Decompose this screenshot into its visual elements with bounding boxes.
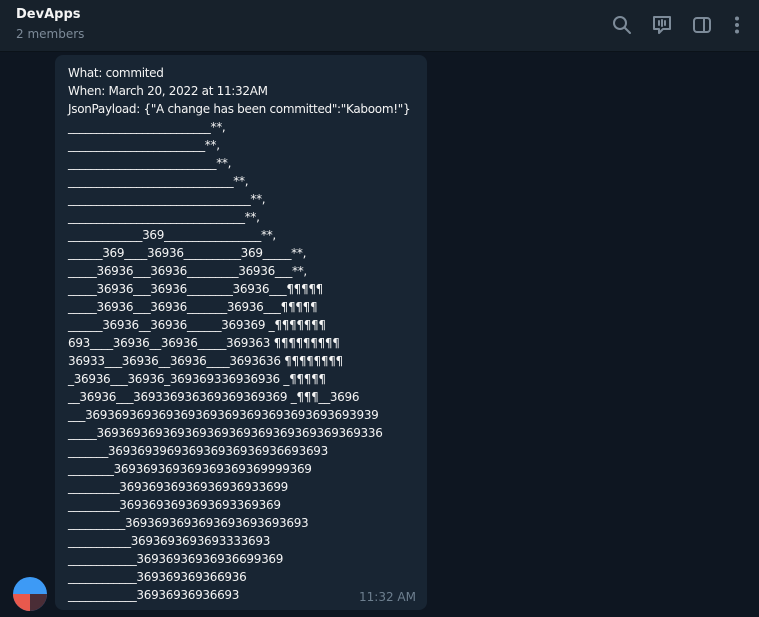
message-line: _____________369_________________**, xyxy=(68,228,276,242)
search-icon[interactable] xyxy=(611,14,633,36)
message-line: _36936___36936_369369336936936 _¶¶¶¶¶ xyxy=(68,372,326,386)
message-text: What: commited When: March 20, 2022 at 11… xyxy=(68,64,411,604)
message-line: ______36936__36936______369369 _¶¶¶¶¶¶¶ xyxy=(68,318,326,332)
sidebar-toggle-icon[interactable] xyxy=(691,14,713,36)
message-line: _____36936___36936_______36936___¶¶¶¶¶ xyxy=(68,300,318,314)
message-line: _____________________________**, xyxy=(68,174,249,188)
message-line: ________________________________**, xyxy=(68,192,266,206)
message-line: ________369369369369369369369999369 xyxy=(68,462,312,476)
message-line: When: March 20, 2022 at 11:32AM xyxy=(68,84,268,98)
message-line: __________3693693693693693693693693 xyxy=(68,516,309,530)
message-line: __________________________**, xyxy=(68,156,232,170)
message-line: ________________________**, xyxy=(68,138,220,152)
message-list[interactable]: What: commited When: March 20, 2022 at 11… xyxy=(0,52,759,617)
message-line: _____36936___36936________36936___¶¶¶¶¶ xyxy=(68,282,323,296)
message-line: ___________3693693693693333693 xyxy=(68,534,271,548)
message-bubble[interactable]: What: commited When: March 20, 2022 at 11… xyxy=(55,55,427,610)
member-count[interactable]: 2 members xyxy=(16,27,84,41)
message-line: _____36936936936936936936936936936936936… xyxy=(68,426,383,440)
message-line: 36933___36936__36936____3693636 ¶¶¶¶¶¶¶¶ xyxy=(68,354,343,368)
more-icon[interactable] xyxy=(726,14,748,36)
message-line: ____________369369369366936 xyxy=(68,570,247,584)
message-line: ____________36936936936936699369 xyxy=(68,552,284,566)
live-chat-icon[interactable] xyxy=(651,14,673,36)
message-line: _________3693693693693693369369 xyxy=(68,498,281,512)
avatar[interactable] xyxy=(13,577,47,611)
message-line: ______369____36936__________369_____**, xyxy=(68,246,307,260)
message-line: __36936___369336936369369369369 _¶¶¶__36… xyxy=(68,390,360,404)
chat-title[interactable]: DevApps xyxy=(16,7,81,22)
message-line: _____36936___36936_________36936___**, xyxy=(68,264,307,278)
message-time: 11:32 AM xyxy=(359,590,416,604)
message-line: _________36936936936936936933699 xyxy=(68,480,288,494)
message-line: 693____36936__36936_____369363 ¶¶¶¶¶¶¶¶¶ xyxy=(68,336,340,350)
chat-header: DevApps 2 members xyxy=(0,0,759,52)
message-line: _________________________**, xyxy=(68,120,226,134)
message-line: ___3693693693693693693693693693693693693… xyxy=(68,408,379,422)
message-line: JsonPayload: {"A change has been committ… xyxy=(68,102,411,116)
message-line: What: commited xyxy=(68,66,164,80)
message-line: _______369369396936936936936936693693 xyxy=(68,444,328,458)
message-line: _______________________________**, xyxy=(68,210,260,224)
